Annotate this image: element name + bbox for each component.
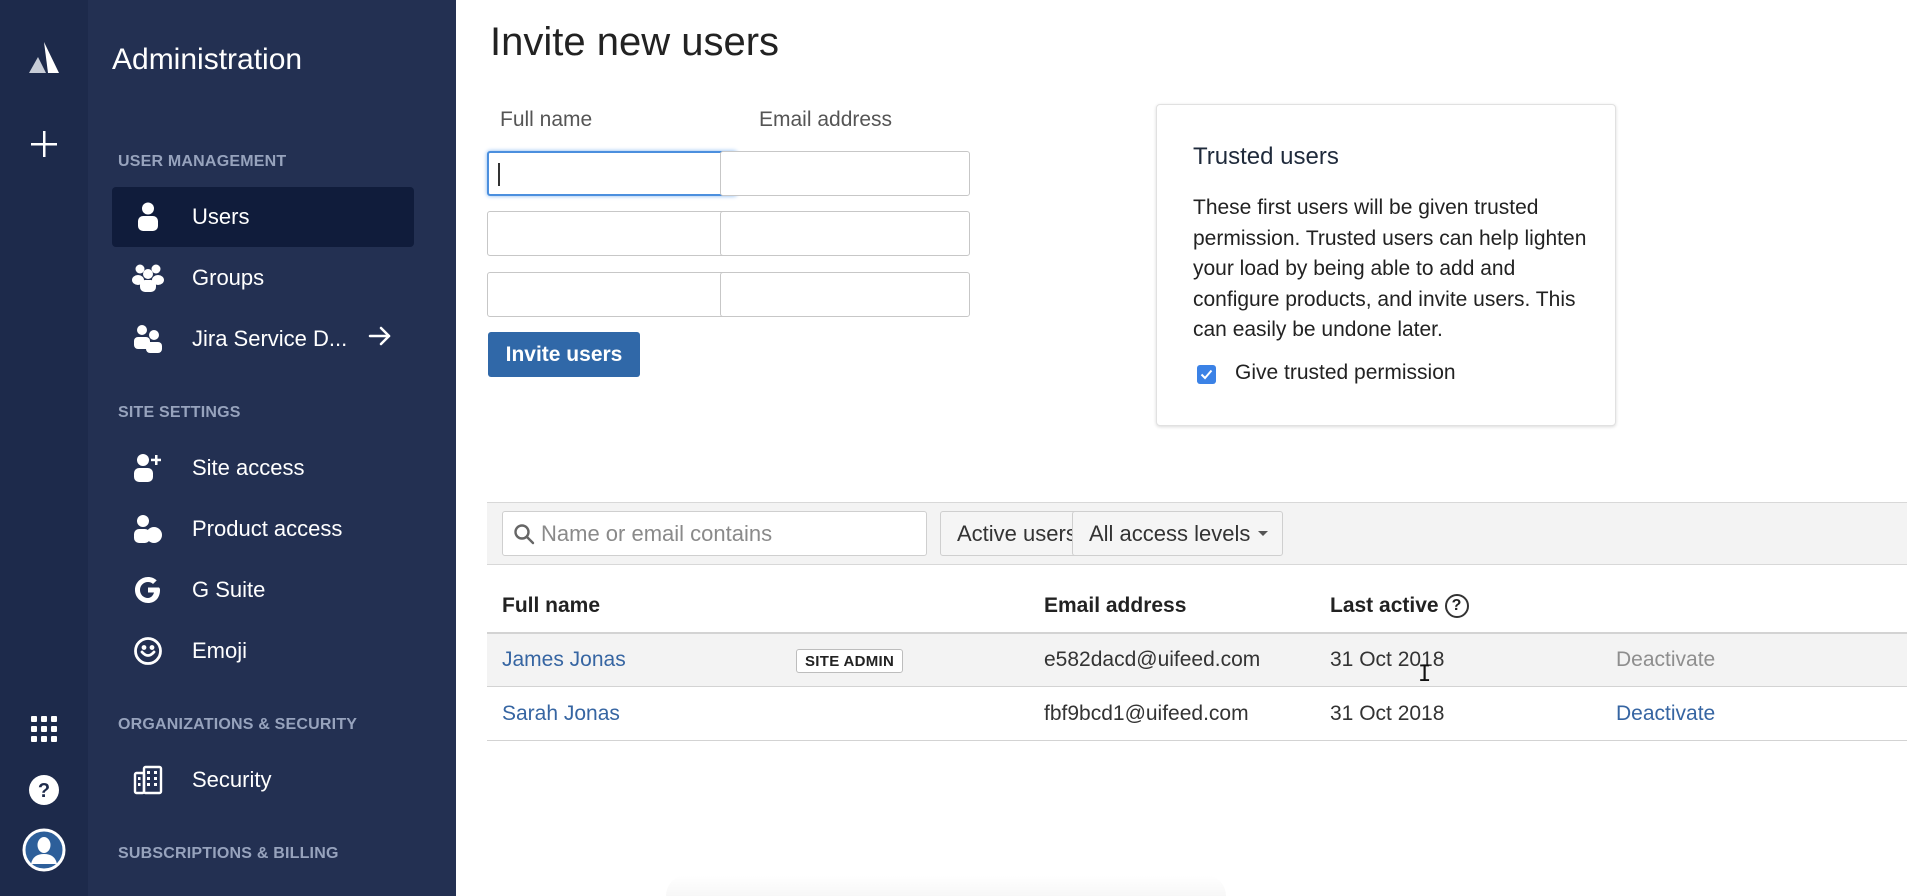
question-circle-icon[interactable]: ?: [1444, 594, 1469, 618]
trusted-users-card: Trusted users These first users will be …: [1156, 104, 1616, 426]
invite-email-input-3[interactable]: [720, 272, 970, 317]
product-access-icon: [112, 514, 184, 544]
help-icon[interactable]: ?: [0, 772, 88, 808]
checkmark-icon: [1200, 369, 1213, 380]
invite-email-input-1[interactable]: [720, 151, 970, 196]
caret-down-icon: [1258, 531, 1269, 536]
sidebar-item-product-access[interactable]: Product access: [112, 499, 414, 559]
column-header-full-name[interactable]: Full name: [502, 594, 600, 618]
sidebar-item-emoji[interactable]: Emoji: [112, 621, 414, 681]
arrow-right-icon: [368, 324, 392, 353]
people-group-icon: [112, 263, 184, 293]
atlassian-logo-icon[interactable]: [0, 36, 88, 80]
full-name-column-label: Full name: [500, 108, 593, 131]
office-building-icon: [112, 765, 184, 795]
invite-full-name-input-2[interactable]: [487, 211, 737, 256]
user-email: fbf9bcd1@uifeed.com: [1044, 702, 1249, 725]
sidebar-item-users[interactable]: Users: [112, 187, 414, 247]
bottom-shadow: [666, 875, 1226, 896]
people-icon: [112, 324, 184, 354]
user-search-field[interactable]: [502, 511, 927, 556]
section-user-management: USER MANAGEMENT: [118, 153, 287, 170]
section-subscriptions-billing: SUBSCRIPTIONS & BILLING: [118, 845, 339, 862]
google-icon: [112, 574, 184, 606]
emoji-icon: [112, 636, 184, 666]
trusted-users-title: Trusted users: [1193, 143, 1339, 170]
main-content: Invite new users Full name Email address…: [456, 0, 1920, 896]
sidebar-item-jira-service-desk[interactable]: Jira Service D...: [112, 309, 414, 369]
invite-email-input-2[interactable]: [720, 211, 970, 256]
app-switcher-icon[interactable]: [0, 712, 88, 746]
svg-text:?: ?: [38, 780, 50, 802]
global-rail: ?: [0, 0, 88, 896]
site-admin-badge: SITE ADMIN: [796, 649, 904, 673]
column-header-last-active-label: Last active: [1330, 594, 1439, 617]
deactivate-link[interactable]: Deactivate: [1616, 702, 1715, 726]
text-cursor-icon: I: [1418, 662, 1432, 687]
section-organizations-security: ORGANIZATIONS & SECURITY: [118, 716, 358, 733]
sidebar-item-label: Site access: [192, 455, 305, 480]
section-site-settings: SITE SETTINGS: [118, 404, 241, 421]
plus-icon[interactable]: [0, 122, 88, 166]
user-email: e582dacd@uifeed.com: [1044, 648, 1261, 671]
invite-full-name-input-1[interactable]: [487, 151, 737, 196]
admin-sidebar: Administration USER MANAGEMENT Users Gro…: [88, 0, 456, 896]
email-column-label: Email address: [759, 108, 893, 131]
person-icon: [112, 202, 184, 232]
sidebar-item-label: Emoji: [192, 638, 248, 663]
table-row: James Jonas SITE ADMIN e582dacd@uifeed.c…: [487, 634, 1907, 687]
user-name-link[interactable]: James Jonas: [502, 648, 626, 672]
sidebar-item-label: Product access: [192, 516, 343, 541]
deactivate-link: Deactivate: [1616, 648, 1716, 671]
search-icon: [513, 523, 535, 545]
sidebar-title: Administration: [112, 43, 303, 76]
access-level-dropdown-value: All access levels: [1089, 520, 1251, 546]
access-level-dropdown[interactable]: All access levels: [1072, 511, 1284, 556]
person-add-icon: [112, 453, 184, 483]
give-trusted-permission-label[interactable]: Give trusted permission: [1235, 361, 1456, 385]
sidebar-item-label: Groups: [192, 265, 265, 290]
invite-full-name-input-3[interactable]: [487, 272, 737, 317]
sidebar-item-security[interactable]: Security: [112, 750, 414, 810]
sidebar-item-label: Security: [192, 767, 272, 792]
give-trusted-permission-checkbox[interactable]: [1197, 365, 1216, 384]
sidebar-item-groups[interactable]: Groups: [112, 248, 414, 308]
user-status-dropdown-value: Active users: [957, 520, 1077, 546]
column-header-last-active[interactable]: Last active ?: [1330, 594, 1469, 618]
user-search-input[interactable]: [541, 520, 911, 547]
page-title: Invite new users: [490, 20, 780, 64]
table-row: Sarah Jonas fbf9bcd1@uifeed.com 31 Oct 2…: [487, 688, 1907, 741]
sidebar-item-label: Jira Service D...: [192, 326, 348, 351]
user-avatar-icon[interactable]: [0, 827, 88, 873]
user-filter-toolbar: Active users All access levels: [487, 502, 1907, 565]
trusted-users-description: These first users will be given trusted …: [1193, 196, 1587, 341]
sidebar-item-g-suite[interactable]: G Suite: [112, 560, 414, 620]
user-name-link[interactable]: Sarah Jonas: [502, 702, 620, 726]
sidebar-item-label: G Suite: [192, 577, 266, 602]
user-last-active: 31 Oct 2018: [1330, 702, 1445, 725]
invite-users-button[interactable]: Invite users: [488, 332, 640, 377]
sidebar-item-label: Users: [192, 204, 250, 229]
column-header-email[interactable]: Email address: [1044, 594, 1186, 618]
sidebar-item-site-access[interactable]: Site access: [112, 438, 414, 498]
